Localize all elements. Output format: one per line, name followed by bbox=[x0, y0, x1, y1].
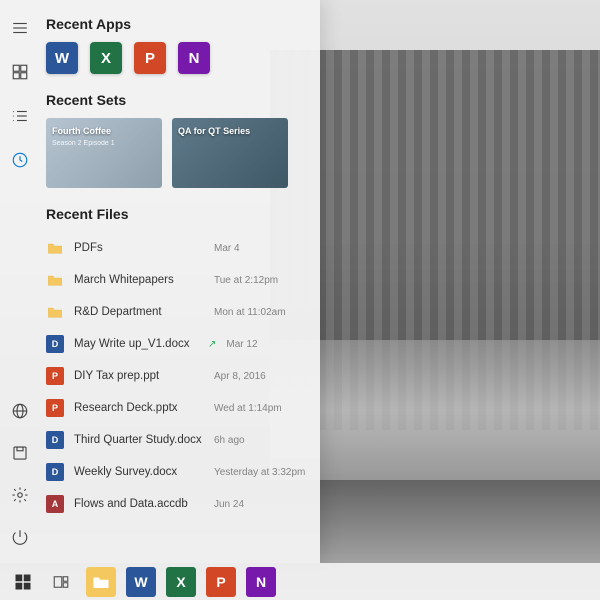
trend-icon: ↗ bbox=[208, 339, 216, 350]
file-date: Mar 12 bbox=[226, 339, 257, 350]
clock-icon[interactable] bbox=[10, 150, 30, 170]
recent-files-title: Recent Files bbox=[46, 206, 306, 222]
set-title: Fourth Coffee bbox=[52, 126, 111, 136]
taskbar-app-explorer[interactable] bbox=[86, 567, 116, 597]
file-date: Jun 24 bbox=[214, 499, 244, 510]
docx-icon: D bbox=[46, 463, 64, 481]
file-name: PDFs bbox=[74, 242, 204, 254]
taskbar-app-excel[interactable]: X bbox=[166, 567, 196, 597]
file-row[interactable]: D Weekly Survey.docx Yesterday at 3:32pm bbox=[46, 456, 306, 488]
start-button[interactable] bbox=[10, 569, 36, 595]
recent-sets-title: Recent Sets bbox=[46, 92, 306, 108]
file-name: March Whitepapers bbox=[74, 274, 204, 286]
app-tile-powerpoint[interactable]: P bbox=[134, 42, 166, 74]
taskbar-app-word[interactable]: W bbox=[126, 567, 156, 597]
set-subtitle: Season 2 Episode 1 bbox=[52, 140, 115, 147]
file-row[interactable]: R&D Department Mon at 11:02am bbox=[46, 296, 306, 328]
file-row[interactable]: P DIY Tax prep.ppt Apr 8, 2016 bbox=[46, 360, 306, 392]
recent-sets-row: Fourth Coffee Season 2 Episode 1 QA for QT… bbox=[46, 118, 306, 188]
save-icon[interactable] bbox=[10, 443, 30, 463]
file-name: R&D Department bbox=[74, 306, 204, 318]
app-tile-excel[interactable]: X bbox=[90, 42, 122, 74]
docx-icon: D bbox=[46, 335, 64, 353]
taskbar: WXPN bbox=[0, 563, 600, 600]
globe-icon[interactable] bbox=[10, 401, 30, 421]
file-name: Research Deck.pptx bbox=[74, 402, 204, 414]
file-date: Mon at 11:02am bbox=[214, 307, 286, 318]
set-title: QA for QT Series bbox=[178, 126, 250, 136]
start-content: Recent Apps WXPN Recent Sets Fourth Coff… bbox=[40, 0, 320, 563]
set-card[interactable]: QA for QT Series bbox=[172, 118, 288, 188]
file-name: Weekly Survey.docx bbox=[74, 466, 204, 478]
folder-icon bbox=[46, 303, 64, 321]
taskbar-app-powerpoint[interactable]: P bbox=[206, 567, 236, 597]
file-date: Tue at 2:12pm bbox=[214, 275, 278, 286]
file-name: May Write up_V1.docx bbox=[74, 338, 204, 350]
file-date: Wed at 1:14pm bbox=[214, 403, 282, 414]
docx-icon: D bbox=[46, 431, 64, 449]
file-row[interactable]: P Research Deck.pptx Wed at 1:14pm bbox=[46, 392, 306, 424]
hamburger-icon[interactable] bbox=[10, 18, 30, 38]
file-name: Flows and Data.accdb bbox=[74, 498, 204, 510]
pptx-icon: P bbox=[46, 399, 64, 417]
file-row[interactable]: March Whitepapers Tue at 2:12pm bbox=[46, 264, 306, 296]
file-date: Apr 8, 2016 bbox=[214, 371, 266, 382]
file-name: Third Quarter Study.docx bbox=[74, 434, 204, 446]
accdb-icon: A bbox=[46, 495, 64, 513]
file-name: DIY Tax prep.ppt bbox=[74, 370, 204, 382]
file-row[interactable]: A Flows and Data.accdb Jun 24 bbox=[46, 488, 306, 520]
folder-icon bbox=[46, 271, 64, 289]
taskbar-app-onenote[interactable]: N bbox=[246, 567, 276, 597]
folder-icon bbox=[46, 239, 64, 257]
file-row[interactable]: PDFs Mar 4 bbox=[46, 232, 306, 264]
file-row[interactable]: D May Write up_V1.docx ↗ Mar 12 bbox=[46, 328, 306, 360]
recent-apps-row: WXPN bbox=[46, 42, 306, 74]
gear-icon[interactable] bbox=[10, 485, 30, 505]
set-card[interactable]: Fourth Coffee Season 2 Episode 1 bbox=[46, 118, 162, 188]
file-date: Yesterday at 3:32pm bbox=[214, 467, 305, 478]
app-tile-word[interactable]: W bbox=[46, 42, 78, 74]
app-tile-onenote[interactable]: N bbox=[178, 42, 210, 74]
tiles-icon[interactable] bbox=[10, 62, 30, 82]
ppt-icon: P bbox=[46, 367, 64, 385]
start-menu: Recent Apps WXPN Recent Sets Fourth Coff… bbox=[0, 0, 320, 563]
nav-rail bbox=[0, 0, 40, 563]
recent-apps-title: Recent Apps bbox=[46, 16, 306, 32]
power-icon[interactable] bbox=[10, 527, 30, 547]
file-date: Mar 4 bbox=[214, 243, 240, 254]
file-date: 6h ago bbox=[214, 435, 245, 446]
file-row[interactable]: D Third Quarter Study.docx 6h ago bbox=[46, 424, 306, 456]
recent-files-list: PDFs Mar 4 March Whitepapers Tue at 2:12pm R… bbox=[46, 232, 306, 520]
task-view-icon[interactable] bbox=[48, 569, 74, 595]
list-icon[interactable] bbox=[10, 106, 30, 126]
